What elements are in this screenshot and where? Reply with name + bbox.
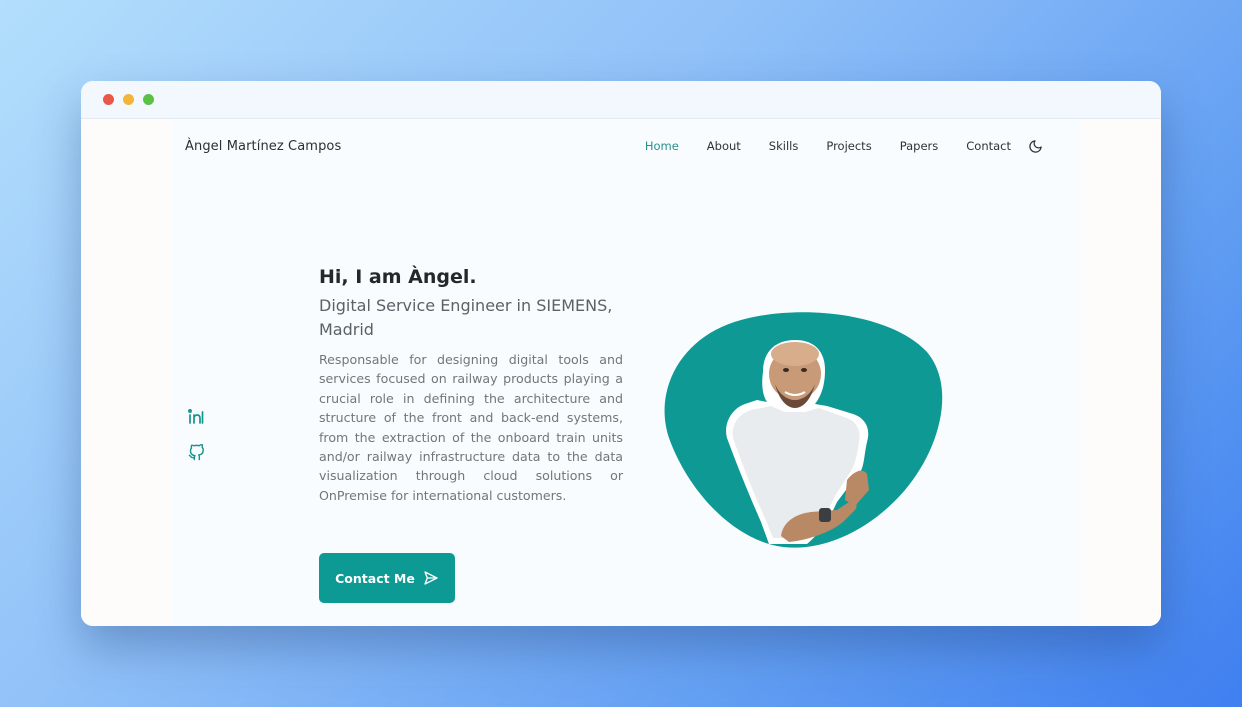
nav-papers[interactable]: Papers xyxy=(900,139,939,153)
browser-window: Àngel Martínez Campos Home About Skills … xyxy=(81,81,1161,626)
nav-skills[interactable]: Skills xyxy=(769,139,799,153)
portfolio-page: Àngel Martínez Campos Home About Skills … xyxy=(171,120,1081,626)
nav-home[interactable]: Home xyxy=(645,139,679,153)
social-links xyxy=(187,406,205,462)
github-icon[interactable] xyxy=(187,442,205,462)
minimize-window-button[interactable] xyxy=(123,94,134,105)
moon-icon[interactable] xyxy=(1027,138,1043,154)
header-nav: Àngel Martínez Campos Home About Skills … xyxy=(185,134,1043,158)
contact-me-button[interactable]: Contact Me xyxy=(319,553,455,603)
profile-photo xyxy=(659,310,945,552)
window-titlebar xyxy=(81,81,1161,119)
linkedin-icon[interactable] xyxy=(187,406,205,426)
nav-about[interactable]: About xyxy=(707,139,741,153)
close-window-button[interactable] xyxy=(103,94,114,105)
contact-me-label: Contact Me xyxy=(335,570,415,586)
send-icon xyxy=(424,571,438,585)
nav-menu: Home About Skills Projects Papers Contac… xyxy=(645,138,1043,154)
hero-description: Responsable for designing digital tools … xyxy=(319,352,623,503)
nav-projects[interactable]: Projects xyxy=(826,139,871,153)
page-viewport: Àngel Martínez Campos Home About Skills … xyxy=(81,120,1161,626)
hero-text: Hi, I am Àngel. Digital Service Engineer… xyxy=(319,266,623,505)
hero-subtitle: Digital Service Engineer in SIEMENS, Mad… xyxy=(319,296,613,339)
site-logo[interactable]: Àngel Martínez Campos xyxy=(185,139,341,154)
maximize-window-button[interactable] xyxy=(143,94,154,105)
nav-contact[interactable]: Contact xyxy=(966,139,1011,153)
hero-title: Hi, I am Àngel. xyxy=(319,266,477,288)
